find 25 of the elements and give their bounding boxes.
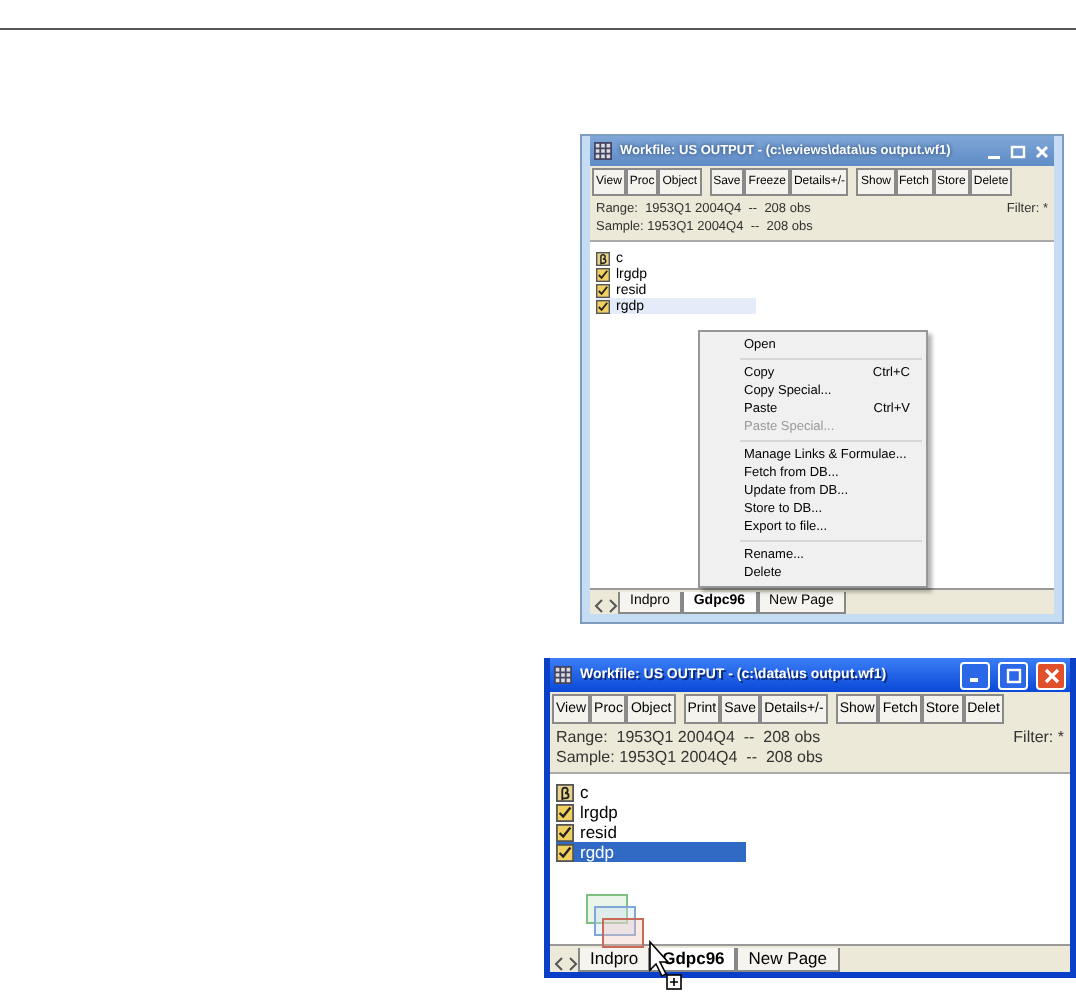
series-icon (556, 823, 574, 841)
workfile-icon (594, 142, 612, 160)
range-text: Range: 1953Q1 2004Q4 -- 208 obs (556, 728, 823, 748)
maximize-icon (1005, 667, 1021, 683)
sample-text: Sample: 1953Q1 2004Q4 -- 208 obs (556, 748, 825, 768)
page-tab[interactable]: New Page (736, 948, 840, 972)
minimize-button[interactable] (960, 661, 990, 689)
maximize-button[interactable] (998, 661, 1028, 689)
maximize-icon[interactable] (1010, 143, 1026, 159)
object-item[interactable]: lrgdp (556, 802, 746, 822)
object-item[interactable]: resid (556, 822, 746, 842)
filter-text: Filter: * (1013, 728, 1064, 748)
coefficient-icon (556, 783, 574, 801)
coefficient-icon (596, 251, 610, 265)
object-item[interactable]: rgdp (556, 842, 746, 862)
workfile-icon (554, 666, 572, 684)
object-item[interactable]: c (556, 782, 746, 802)
close-button[interactable] (1036, 661, 1066, 689)
close-icon[interactable] (1034, 143, 1050, 159)
series-icon (556, 843, 574, 861)
close-icon (1043, 667, 1059, 683)
tab-scroll-arrows-icon[interactable] (594, 598, 618, 614)
tab-scroll-arrows-icon[interactable] (554, 956, 578, 972)
page-tab[interactable]: Indpro (578, 948, 651, 972)
series-icon (556, 803, 574, 821)
